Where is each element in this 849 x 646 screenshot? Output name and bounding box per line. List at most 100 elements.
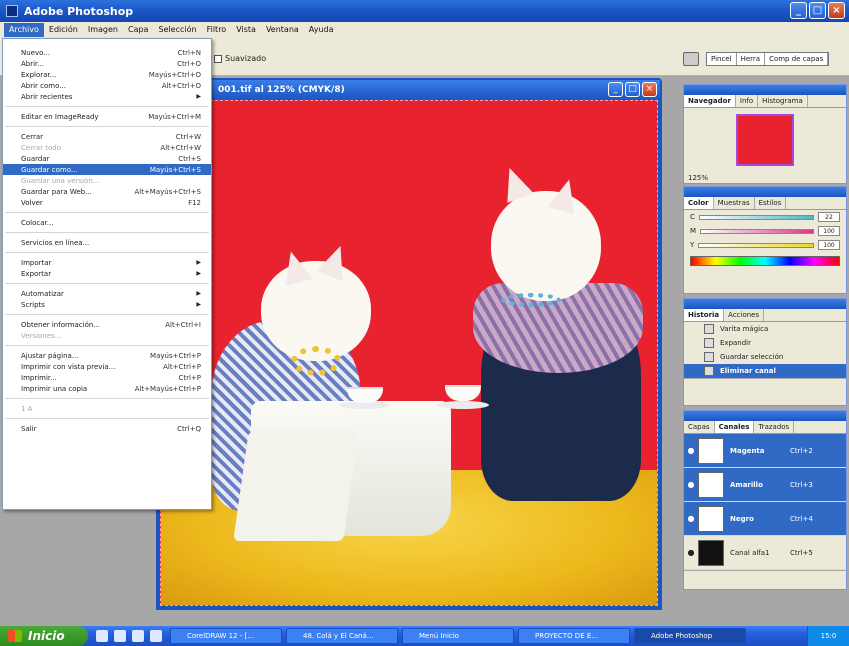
file-menu-item[interactable]: Nuevo... Ctrl+N xyxy=(3,47,211,58)
slider-track[interactable] xyxy=(698,214,814,220)
history-item[interactable]: Varita mágica xyxy=(684,322,846,336)
slider-value[interactable]: 100 xyxy=(818,226,840,236)
file-menu-item[interactable]: Obtener información... Alt+Ctrl+I xyxy=(3,319,211,330)
file-menu-item[interactable]: Colocar... xyxy=(3,217,211,228)
zoom-value[interactable]: 125% xyxy=(688,174,708,182)
taskbar-item[interactable]: Menú Inicio xyxy=(402,628,514,644)
menu-item-label: Abrir recientes xyxy=(21,92,73,101)
menu-help[interactable]: Ayuda xyxy=(304,23,339,37)
tab-info[interactable]: Info xyxy=(736,95,759,107)
tab-actions[interactable]: Acciones xyxy=(724,309,765,321)
file-menu-item[interactable]: Salir Ctrl+Q xyxy=(3,423,211,434)
tab-swatches[interactable]: Muestras xyxy=(714,197,755,209)
navigator-thumbnail[interactable] xyxy=(736,114,794,166)
color-slider-c[interactable]: C 22 xyxy=(684,210,846,224)
menu-layer[interactable]: Capa xyxy=(123,23,153,37)
file-menu-item[interactable]: Exportar ▶ xyxy=(3,268,211,279)
taskbar-item[interactable]: PROYECTO DE E... xyxy=(518,628,630,644)
file-menu-item[interactable]: Servicios en línea... xyxy=(3,237,211,248)
tab-history[interactable]: Historia xyxy=(684,309,725,321)
eye-icon[interactable]: ● xyxy=(684,480,698,489)
file-menu-item[interactable]: Abrir como... Alt+Ctrl+O xyxy=(3,80,211,91)
color-slider-m[interactable]: M 100 xyxy=(684,224,846,238)
history-item[interactable]: Expandir xyxy=(684,336,846,350)
desktop-icon[interactable] xyxy=(96,630,108,642)
menu-file[interactable]: Archivo xyxy=(4,23,44,37)
slider-track[interactable] xyxy=(698,242,814,248)
file-menu-item[interactable]: Editar en ImageReady Mayús+Ctrl+M xyxy=(3,111,211,122)
tab-navigator[interactable]: Navegador xyxy=(684,95,736,107)
menu-separator xyxy=(5,398,209,399)
menu-view[interactable]: Vista xyxy=(231,23,261,37)
file-menu-item[interactable]: Imprimir una copia Alt+Mayús+Ctrl+P xyxy=(3,383,211,394)
palette-tab-tools[interactable]: Herra xyxy=(737,53,766,65)
eye-icon[interactable]: ● xyxy=(684,514,698,523)
channel-row[interactable]: ● Amarillo Ctrl+3 xyxy=(684,468,846,502)
file-menu-item[interactable]: Abrir... Ctrl+O xyxy=(3,58,211,69)
menu-select[interactable]: Selección xyxy=(153,23,201,37)
media-icon[interactable] xyxy=(132,630,144,642)
palette-tab-layer-comps[interactable]: Comp de capas xyxy=(765,53,829,65)
file-menu-item[interactable]: Imprimir... Ctrl+P xyxy=(3,372,211,383)
file-menu-item[interactable]: Guardar como... Mayús+Ctrl+S xyxy=(3,164,211,175)
tab-channels[interactable]: Canales xyxy=(714,421,755,433)
color-spectrum[interactable] xyxy=(690,256,840,266)
tab-layers[interactable]: Capas xyxy=(684,421,715,433)
browser-icon[interactable] xyxy=(114,630,126,642)
menu-edit[interactable]: Edición xyxy=(44,23,83,37)
file-menu-item[interactable]: Imprimir con vista previa... Alt+Ctrl+P xyxy=(3,361,211,372)
menu-window[interactable]: Ventana xyxy=(261,23,304,37)
checkbox-box[interactable] xyxy=(214,54,222,63)
color-slider-y[interactable]: Y 100 xyxy=(684,238,846,252)
doc-close-button[interactable]: × xyxy=(642,82,657,97)
minimize-button[interactable]: _ xyxy=(790,2,807,19)
tab-color[interactable]: Color xyxy=(684,197,714,209)
menu-image[interactable]: Imagen xyxy=(83,23,123,37)
file-menu-item[interactable]: Automatizar ▶ xyxy=(3,288,211,299)
explorer-icon[interactable] xyxy=(150,630,162,642)
image-canvas[interactable] xyxy=(160,100,658,606)
palette-tab-brush[interactable]: Pincel xyxy=(707,53,737,65)
tab-styles[interactable]: Estilos xyxy=(755,197,787,209)
antialias-checkbox[interactable]: Suavizado xyxy=(214,54,266,63)
file-menu-item[interactable]: Ajustar página... Mayús+Ctrl+P xyxy=(3,350,211,361)
panel-header[interactable] xyxy=(684,187,846,197)
document-title-bar[interactable]: 001.tif al 125% (CMYK/8) xyxy=(158,80,660,100)
file-menu-item[interactable]: Scripts ▶ xyxy=(3,299,211,310)
slider-value[interactable]: 100 xyxy=(818,240,840,250)
start-button[interactable]: Inicio xyxy=(0,626,88,646)
history-item-selected[interactable]: Eliminar canal xyxy=(684,364,846,378)
printer-icon[interactable] xyxy=(683,52,699,66)
eye-icon[interactable]: ● xyxy=(684,548,698,557)
taskbar-item[interactable]: CorelDRAW 12 - [... xyxy=(170,628,282,644)
file-menu-item[interactable]: Volver F12 xyxy=(3,197,211,208)
channel-row[interactable]: ● Canal alfa1 Ctrl+5 xyxy=(684,536,846,570)
file-menu-item[interactable]: Guardar Ctrl+S xyxy=(3,153,211,164)
tab-paths[interactable]: Trazados xyxy=(754,421,795,433)
panel-header[interactable] xyxy=(684,411,846,421)
file-menu-item[interactable]: Guardar para Web... Alt+Mayús+Ctrl+S xyxy=(3,186,211,197)
menu-item-shortcut: Alt+Ctrl+W xyxy=(160,143,201,152)
file-menu-item[interactable]: Abrir recientes ▶ xyxy=(3,91,211,102)
slider-track[interactable] xyxy=(700,228,814,234)
panel-header[interactable] xyxy=(684,299,846,309)
file-menu-item[interactable]: Explorar... Mayús+Ctrl+O xyxy=(3,69,211,80)
close-button[interactable]: × xyxy=(828,2,845,19)
doc-minimize-button[interactable]: _ xyxy=(608,82,623,97)
channel-row[interactable]: ● Negro Ctrl+4 xyxy=(684,502,846,536)
maximize-button[interactable]: □ xyxy=(809,2,826,19)
taskbar-item[interactable]: 48. Colá y El Caná... xyxy=(286,628,398,644)
channel-row[interactable]: ● Magenta Ctrl+2 xyxy=(684,434,846,468)
taskbar-item-active[interactable]: Adobe Photoshop xyxy=(634,628,746,644)
menu-filter[interactable]: Filtro xyxy=(202,23,232,37)
eye-icon[interactable]: ● xyxy=(684,446,698,455)
panel-header[interactable] xyxy=(684,85,846,95)
file-menu-item[interactable]: Importar ▶ xyxy=(3,257,211,268)
start-label: Inicio xyxy=(28,629,65,643)
history-item[interactable]: Guardar selección xyxy=(684,350,846,364)
file-menu-item[interactable]: Cerrar Ctrl+W xyxy=(3,131,211,142)
doc-maximize-button[interactable]: □ xyxy=(625,82,640,97)
slider-value[interactable]: 22 xyxy=(818,212,840,222)
menu-item-shortcut: Mayús+Ctrl+O xyxy=(148,70,201,79)
tab-histogram[interactable]: Histograma xyxy=(758,95,808,107)
